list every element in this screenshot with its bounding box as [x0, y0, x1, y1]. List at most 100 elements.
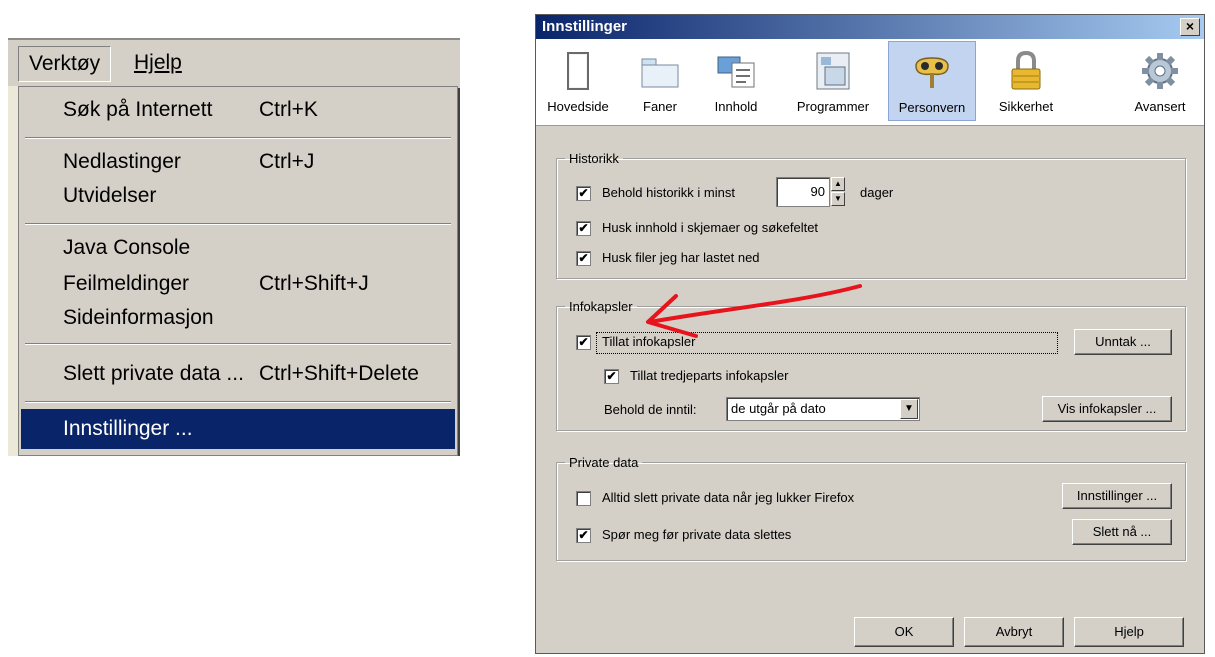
window-icon: [567, 52, 589, 90]
ok-label: OK: [894, 624, 914, 639]
check-icon: ✔: [578, 221, 589, 235]
always-clear-checkbox[interactable]: [576, 491, 591, 506]
help-button[interactable]: Hjelp: [1074, 617, 1184, 647]
help-label: Hjelp: [1114, 624, 1144, 639]
menu-item-label: Utvidelser: [63, 184, 157, 207]
options-toolbar: Hovedside Faner Innhold Programmer Perso…: [536, 39, 1204, 126]
chevron-down-icon[interactable]: ▼: [900, 399, 918, 419]
tab-label: Hovedside: [547, 99, 609, 114]
check-icon: ✔: [578, 186, 589, 200]
menu-item-label: Innstillinger ...: [63, 417, 193, 440]
remember-forms-checkbox[interactable]: ✔: [576, 221, 591, 236]
check-icon: ✔: [578, 251, 589, 265]
ask-before-clear-checkbox[interactable]: ✔: [576, 528, 591, 543]
menu-separator: [25, 401, 451, 403]
gear-icon: [1142, 53, 1178, 89]
tab-content[interactable]: Innhold: [698, 41, 774, 121]
ask-before-clear-label: Spør meg før private data slettes: [602, 527, 792, 542]
arrow-down-icon: ▼: [834, 194, 842, 203]
menu-help[interactable]: Hjelp: [124, 46, 192, 80]
remember-downloads-label: Husk filer jeg har lastet ned: [602, 250, 760, 265]
check-icon: ✔: [578, 335, 589, 349]
private-data-settings-button[interactable]: Innstillinger ...: [1062, 483, 1172, 509]
allow-third-party-label: Tillat tredjeparts infokapsler: [630, 368, 789, 383]
tab-applications[interactable]: Programmer: [788, 41, 878, 121]
menu-item-options[interactable]: Innstillinger ...: [21, 409, 455, 449]
privacy-mask-icon: [915, 57, 949, 88]
history-days-input[interactable]: 90: [776, 177, 830, 207]
menu-item-shortcut: Ctrl+Shift+J: [259, 272, 369, 295]
cookies-legend: Infokapsler: [569, 299, 633, 314]
close-button[interactable]: ×: [1180, 18, 1200, 36]
menu-item-label: Nedlastinger: [63, 150, 181, 173]
menu-item-clear-private-data[interactable]: Slett private data ... Ctrl+Shift+Delete: [21, 357, 455, 391]
tab-label: Sikkerhet: [998, 99, 1054, 114]
menu-separator: [25, 223, 451, 225]
private-data-legend: Private data: [569, 455, 639, 470]
keep-until-select[interactable]: de utgår på dato ▼: [726, 397, 920, 421]
menu-item-downloads[interactable]: Nedlastinger Ctrl+J: [21, 145, 455, 179]
private-data-settings-label: Innstillinger ...: [1076, 488, 1158, 503]
allow-cookies-label: Tillat infokapsler: [602, 334, 696, 349]
arrow-down-glyph: ▼: [904, 403, 914, 414]
menu-item-error-console[interactable]: Feilmeldinger Ctrl+Shift+J: [21, 267, 455, 301]
cancel-button[interactable]: Avbryt: [964, 617, 1064, 647]
check-icon: ✔: [578, 528, 589, 542]
menu-item-shortcut: Ctrl+K: [259, 98, 318, 121]
tab-privacy[interactable]: Personvern: [888, 41, 976, 121]
ok-button[interactable]: OK: [854, 617, 954, 647]
dialog-titlebar: Innstillinger ×: [536, 15, 1204, 39]
menu-tools-label: Verktøy: [29, 52, 101, 75]
menu-tools[interactable]: Verktøy: [18, 46, 112, 82]
menu-separator: [25, 343, 451, 345]
padlock-icon: [1011, 50, 1041, 90]
keep-history-checkbox[interactable]: ✔: [576, 186, 591, 201]
menu-item-java-console[interactable]: Java Console: [21, 231, 455, 265]
keep-history-label: Behold historikk i minst: [602, 185, 735, 200]
menu-item-extensions[interactable]: Utvidelser: [21, 179, 455, 213]
menu-item-label: Søk på Internett: [63, 98, 213, 121]
tab-main[interactable]: Hovedside: [540, 41, 616, 121]
days-down-button[interactable]: ▼: [831, 192, 845, 206]
keep-until-label: Behold de inntil:: [604, 402, 697, 417]
menu-help-label: Hjelp: [134, 51, 182, 74]
tab-label: Faner: [643, 99, 677, 114]
history-days-value: 90: [810, 184, 825, 199]
background-window-edge: [8, 86, 18, 456]
arrow-up-icon: ▲: [834, 179, 842, 188]
clear-now-button[interactable]: Slett nå ...: [1072, 519, 1172, 545]
cancel-label: Avbryt: [995, 624, 1033, 639]
menu-item-label: Slett private data ...: [63, 362, 244, 385]
remember-forms-label: Husk innhold i skjemaer og søkefeltet: [602, 220, 819, 235]
exceptions-button-label: Unntak ...: [1095, 334, 1151, 349]
applications-icon: [816, 52, 850, 90]
menu-item-page-info[interactable]: Sideinformasjon: [21, 301, 455, 335]
exceptions-button[interactable]: Unntak ...: [1074, 329, 1172, 355]
show-cookies-button[interactable]: Vis infokapsler ...: [1042, 396, 1172, 422]
check-icon: ✔: [606, 369, 617, 383]
tab-label: Personvern: [898, 100, 966, 115]
menu-item-label: Sideinformasjon: [63, 306, 214, 329]
history-legend: Historikk: [569, 151, 619, 166]
options-dialog: Innstillinger × Hovedside Faner Innhold …: [535, 14, 1205, 654]
allow-cookies-checkbox[interactable]: ✔: [576, 335, 591, 350]
tab-label: Innhold: [714, 99, 758, 114]
menu-bar: Verktøy Hjelp: [8, 38, 460, 88]
menu-item-search-internet[interactable]: Søk på Internett Ctrl+K: [21, 93, 455, 127]
tab-security[interactable]: Sikkerhet: [988, 41, 1064, 121]
tools-dropdown: Søk på Internett Ctrl+K Nedlastinger Ctr…: [18, 86, 458, 456]
days-unit-label: dager: [860, 185, 894, 200]
tab-advanced[interactable]: Avansert: [1122, 41, 1198, 121]
menu-item-shortcut: Ctrl+Shift+Delete: [259, 362, 419, 385]
tab-label: Avansert: [1134, 99, 1186, 114]
menu-item-label: Feilmeldinger: [63, 272, 190, 295]
tab-label: Programmer: [796, 99, 870, 114]
days-up-button[interactable]: ▲: [831, 177, 845, 191]
menu-item-shortcut: Ctrl+J: [259, 150, 315, 173]
tab-tabs[interactable]: Faner: [622, 41, 698, 121]
clear-now-label: Slett nå ...: [1092, 524, 1152, 539]
content-icon: [717, 56, 755, 88]
tabs-icon: [641, 58, 679, 88]
allow-third-party-checkbox[interactable]: ✔: [604, 369, 619, 384]
remember-downloads-checkbox[interactable]: ✔: [576, 251, 591, 266]
